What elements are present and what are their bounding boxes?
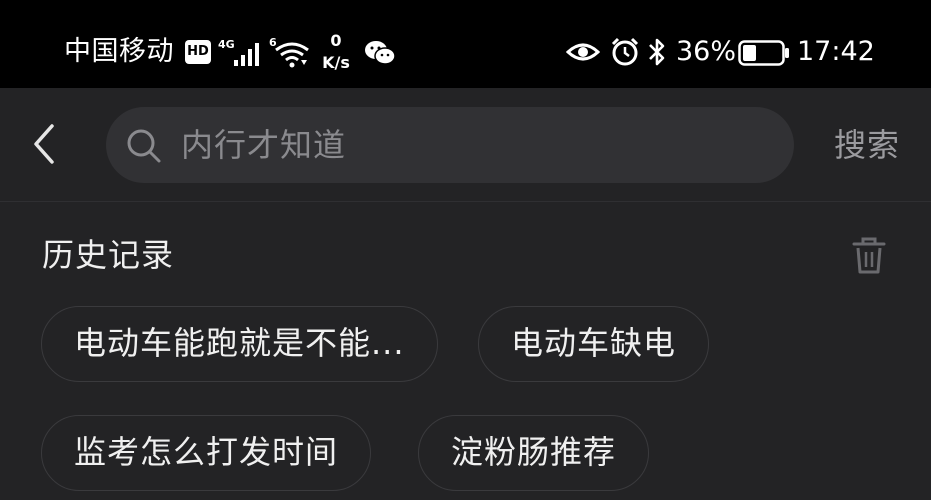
network-6-label: 6 <box>269 36 277 49</box>
wechat-icon <box>365 41 396 65</box>
battery-icon <box>738 40 789 66</box>
network-4g-label: 4G <box>218 38 235 51</box>
search-button[interactable]: 搜索 <box>834 124 900 166</box>
net-speed-unit: K/s <box>322 53 350 72</box>
history-title: 历史记录 <box>42 236 175 274</box>
wifi-icon: 6 <box>269 36 309 68</box>
trash-icon[interactable] <box>850 236 888 276</box>
net-speed-value: 0 <box>330 31 342 50</box>
back-button[interactable] <box>22 118 66 170</box>
search-header: 内行才知道 搜索 <box>0 88 931 202</box>
carrier-name: 中国移动 <box>64 36 174 67</box>
search-icon <box>127 129 161 163</box>
history-chip[interactable]: 淀粉肠推荐 <box>418 415 650 491</box>
signal-icon: 4G <box>218 38 259 66</box>
search-input[interactable]: 内行才知道 <box>106 107 794 183</box>
battery-fill <box>743 45 756 61</box>
history-chip[interactable]: 电动车缺电 <box>478 306 710 382</box>
history-chip[interactable]: 电动车能跑就是不能... <box>41 306 438 382</box>
status-bar: 中国移动 HD 4G 6 0 K/s 36% 17:42 <box>0 0 931 88</box>
alarm-icon <box>611 37 639 66</box>
eye-icon <box>566 43 600 61</box>
clock: 17:42 <box>797 36 875 67</box>
bluetooth-icon <box>649 38 665 66</box>
hd-badge: HD <box>185 40 211 64</box>
battery-percent: 36% <box>676 36 737 67</box>
history-chip[interactable]: 监考怎么打发时间 <box>41 415 372 491</box>
search-placeholder: 内行才知道 <box>181 126 347 164</box>
